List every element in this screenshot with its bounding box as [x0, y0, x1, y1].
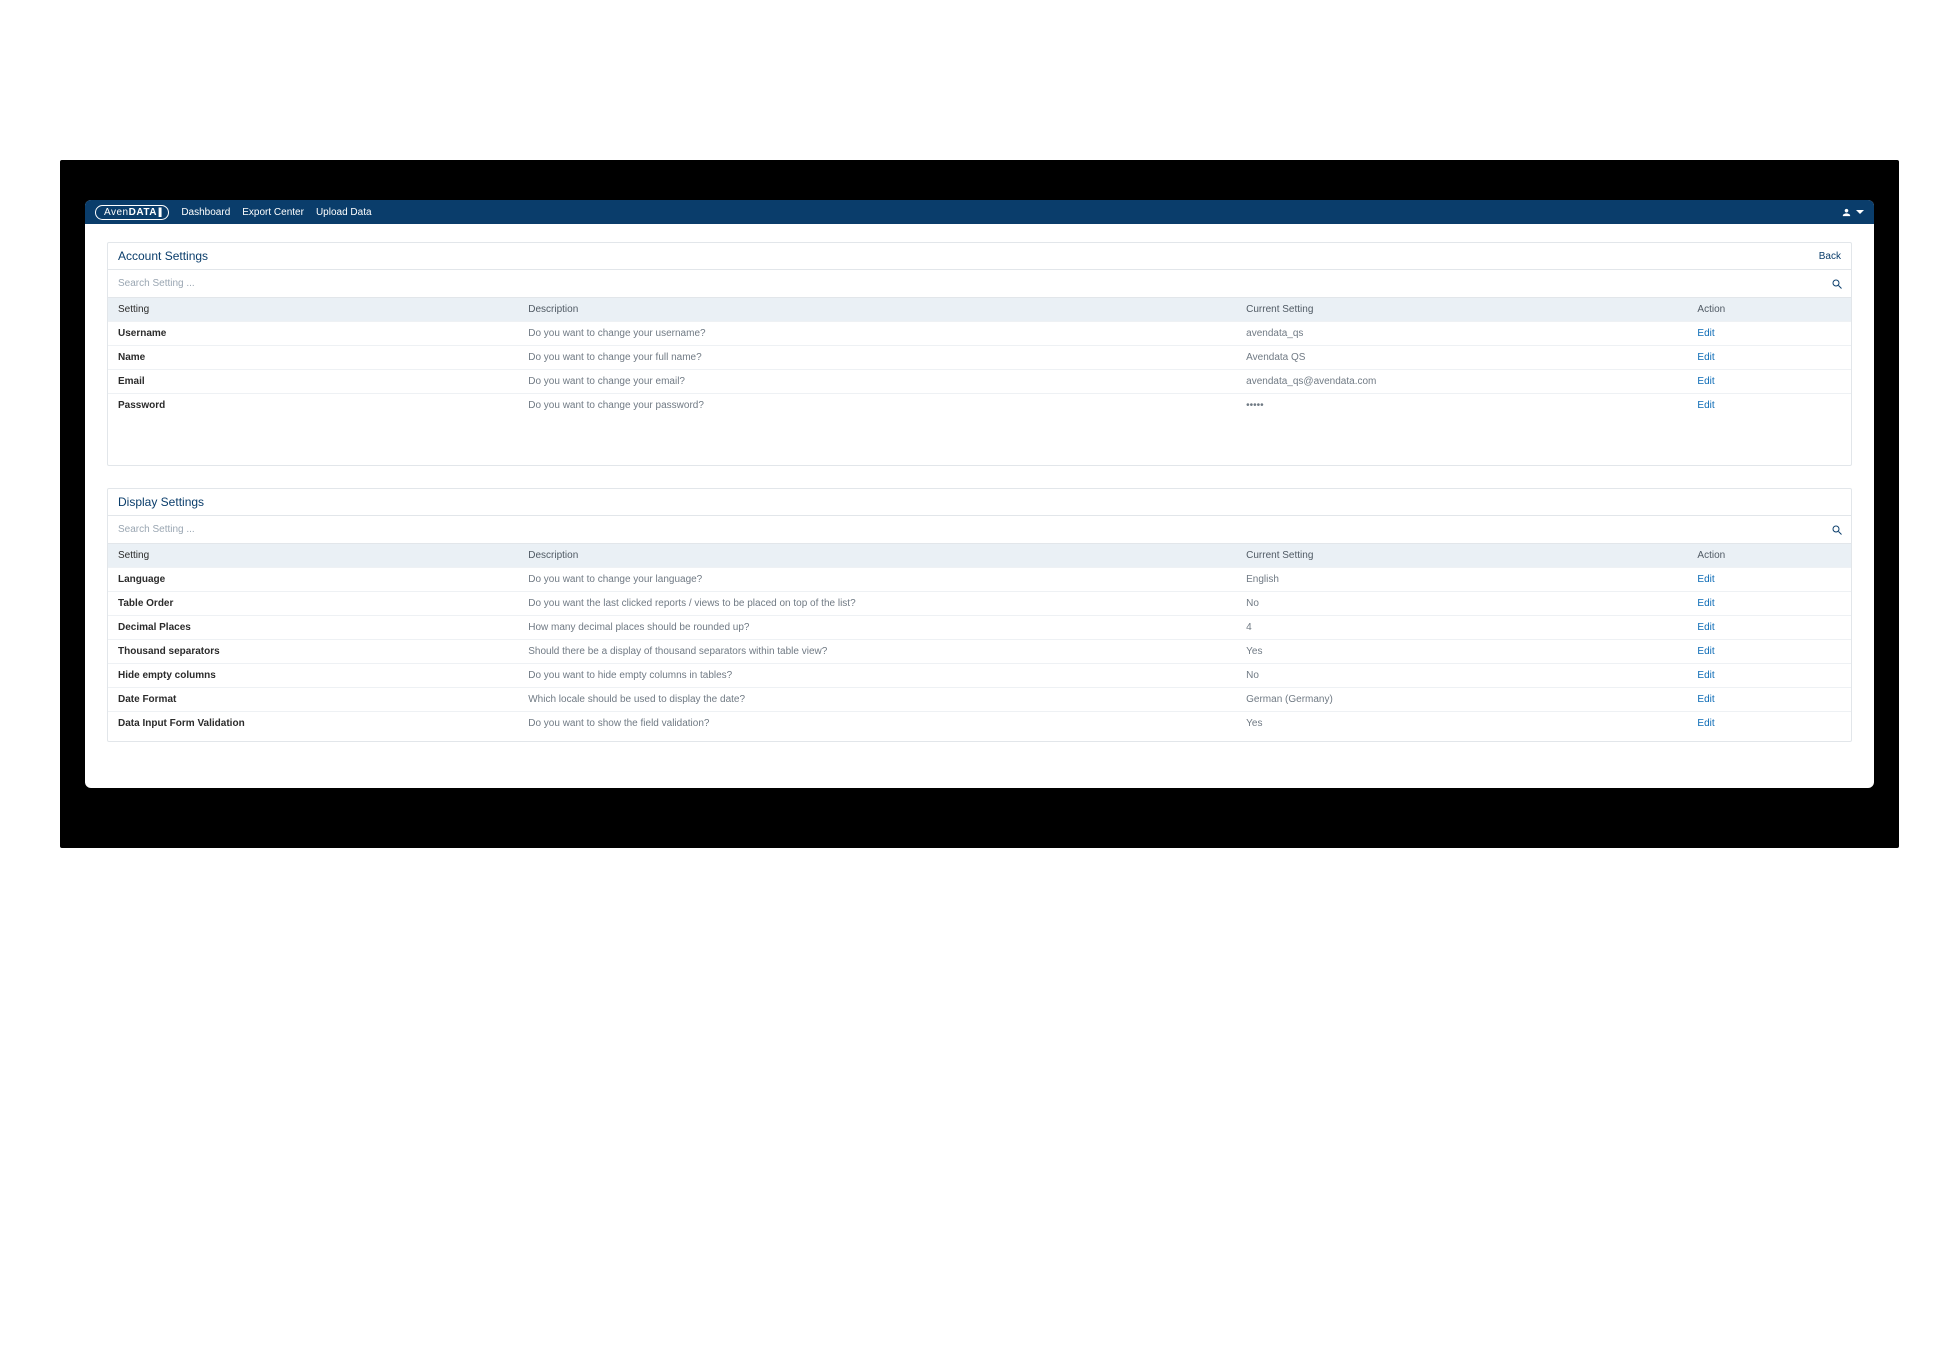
- table-row: Password Do you want to change your pass…: [108, 394, 1851, 417]
- table-row: Thousand separators Should there be a di…: [108, 640, 1851, 664]
- account-settings-table: Setting Description Current Setting Acti…: [108, 298, 1851, 417]
- setting-current: 4: [1246, 622, 1697, 633]
- setting-name: Email: [118, 376, 528, 387]
- setting-description: Do you want to hide empty columns in tab…: [528, 670, 1246, 681]
- table-header: Setting Description Current Setting Acti…: [108, 544, 1851, 568]
- page-content: Account Settings Back Setting Descriptio…: [85, 224, 1874, 788]
- setting-current: Yes: [1246, 646, 1697, 657]
- table-header: Setting Description Current Setting Acti…: [108, 298, 1851, 322]
- setting-name: Date Format: [118, 694, 528, 705]
- display-panel-header: Display Settings: [108, 489, 1851, 516]
- table-row: Username Do you want to change your user…: [108, 322, 1851, 346]
- search-icon[interactable]: [1831, 278, 1843, 290]
- setting-description: Which locale should be used to display t…: [528, 694, 1246, 705]
- brand-prefix: Aven: [104, 207, 129, 218]
- edit-button[interactable]: Edit: [1697, 574, 1714, 585]
- setting-name: Thousand separators: [118, 646, 528, 657]
- setting-description: How many decimal places should be rounde…: [528, 622, 1246, 633]
- setting-current: avendata_qs: [1246, 328, 1697, 339]
- account-settings-panel: Account Settings Back Setting Descriptio…: [107, 242, 1852, 466]
- display-search-row: [108, 516, 1851, 544]
- user-icon: [1841, 207, 1852, 218]
- window-frame: AvenDATA||| Dashboard Export Center Uplo…: [60, 160, 1899, 848]
- setting-current: German (Germany): [1246, 694, 1697, 705]
- edit-button[interactable]: Edit: [1697, 376, 1714, 387]
- setting-description: Do you want to change your email?: [528, 376, 1246, 387]
- account-search-row: [108, 270, 1851, 298]
- setting-description: Do you want to change your language?: [528, 574, 1246, 585]
- edit-button[interactable]: Edit: [1697, 598, 1714, 609]
- back-button[interactable]: Back: [1819, 251, 1841, 262]
- col-header-current: Current Setting: [1246, 550, 1697, 561]
- edit-button[interactable]: Edit: [1697, 328, 1714, 339]
- edit-button[interactable]: Edit: [1697, 670, 1714, 681]
- setting-current: No: [1246, 670, 1697, 681]
- setting-name: Hide empty columns: [118, 670, 528, 681]
- account-panel-title: Account Settings: [118, 249, 208, 263]
- edit-button[interactable]: Edit: [1697, 694, 1714, 705]
- setting-name: Table Order: [118, 598, 528, 609]
- col-header-current: Current Setting: [1246, 304, 1697, 315]
- table-row: Name Do you want to change your full nam…: [108, 346, 1851, 370]
- table-row: Table Order Do you want the last clicked…: [108, 592, 1851, 616]
- edit-button[interactable]: Edit: [1697, 400, 1714, 411]
- account-panel-header: Account Settings Back: [108, 243, 1851, 270]
- table-row: Decimal Places How many decimal places s…: [108, 616, 1851, 640]
- search-icon[interactable]: [1831, 524, 1843, 536]
- setting-current: No: [1246, 598, 1697, 609]
- display-settings-table: Setting Description Current Setting Acti…: [108, 544, 1851, 735]
- setting-description: Do you want to change your password?: [528, 400, 1246, 411]
- col-header-description: Description: [528, 304, 1246, 315]
- main-nav: Dashboard Export Center Upload Data: [181, 207, 371, 218]
- table-row: Date Format Which locale should be used …: [108, 688, 1851, 712]
- nav-dashboard[interactable]: Dashboard: [181, 207, 230, 218]
- setting-current: Yes: [1246, 718, 1697, 729]
- brand-bars-icon: |||: [158, 207, 160, 218]
- setting-name: Decimal Places: [118, 622, 528, 633]
- setting-description: Should there be a display of thousand se…: [528, 646, 1246, 657]
- edit-button[interactable]: Edit: [1697, 646, 1714, 657]
- setting-name: Language: [118, 574, 528, 585]
- nav-upload-data[interactable]: Upload Data: [316, 207, 372, 218]
- setting-current: English: [1246, 574, 1697, 585]
- table-row: Email Do you want to change your email? …: [108, 370, 1851, 394]
- nav-export-center[interactable]: Export Center: [242, 207, 304, 218]
- edit-button[interactable]: Edit: [1697, 622, 1714, 633]
- edit-button[interactable]: Edit: [1697, 718, 1714, 729]
- brand-pill: AvenDATA|||: [95, 205, 169, 220]
- top-nav: AvenDATA||| Dashboard Export Center Uplo…: [85, 200, 1874, 224]
- setting-current: •••••: [1246, 400, 1697, 411]
- table-row: Language Do you want to change your lang…: [108, 568, 1851, 592]
- setting-name: Data Input Form Validation: [118, 718, 528, 729]
- display-panel-title: Display Settings: [118, 495, 204, 509]
- brand-bold: DATA: [129, 207, 157, 218]
- col-header-action: Action: [1697, 550, 1841, 561]
- setting-description: Do you want to change your full name?: [528, 352, 1246, 363]
- table-row: Data Input Form Validation Do you want t…: [108, 712, 1851, 735]
- setting-description: Do you want to change your username?: [528, 328, 1246, 339]
- setting-current: Avendata QS: [1246, 352, 1697, 363]
- setting-name: Password: [118, 400, 528, 411]
- setting-description: Do you want to show the field validation…: [528, 718, 1246, 729]
- account-search-input[interactable]: [116, 274, 1831, 293]
- brand-logo[interactable]: AvenDATA|||: [95, 205, 169, 220]
- user-menu[interactable]: [1841, 207, 1864, 218]
- chevron-down-icon: [1856, 210, 1864, 214]
- col-header-description: Description: [528, 550, 1246, 561]
- display-settings-panel: Display Settings Setting Description Cur…: [107, 488, 1852, 742]
- col-header-setting: Setting: [118, 550, 528, 561]
- table-row: Hide empty columns Do you want to hide e…: [108, 664, 1851, 688]
- setting-description: Do you want the last clicked reports / v…: [528, 598, 1246, 609]
- setting-name: Username: [118, 328, 528, 339]
- app-window: AvenDATA||| Dashboard Export Center Uplo…: [85, 200, 1874, 788]
- display-search-input[interactable]: [116, 520, 1831, 539]
- setting-name: Name: [118, 352, 528, 363]
- col-header-action: Action: [1697, 304, 1841, 315]
- setting-current: avendata_qs@avendata.com: [1246, 376, 1697, 387]
- edit-button[interactable]: Edit: [1697, 352, 1714, 363]
- col-header-setting: Setting: [118, 304, 528, 315]
